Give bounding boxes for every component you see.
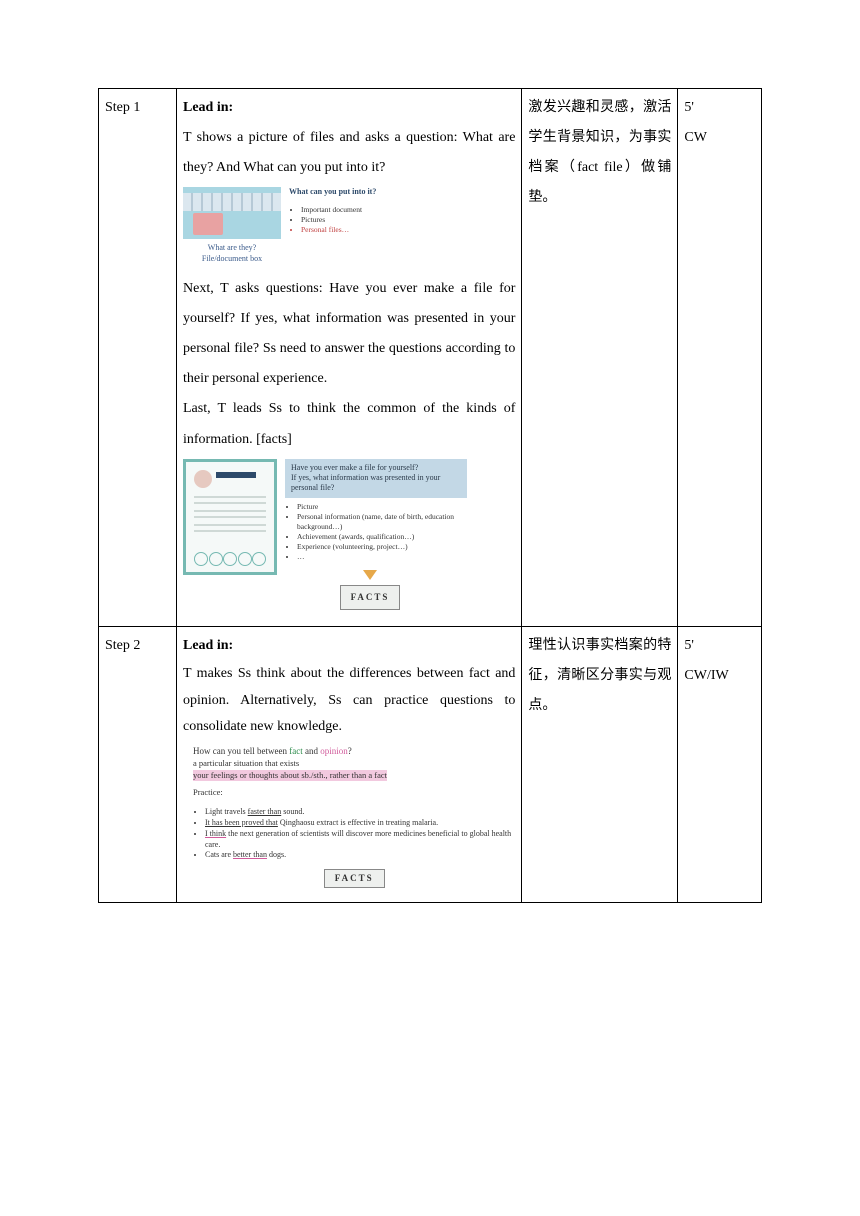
activity-paragraph: Next, T asks questions: Have you ever ma… [183,274,515,394]
time-text: 5' [684,631,755,661]
thumb2-list: Picture Personal information (name, date… [285,502,465,563]
activity-cell: Lead in: T shows a picture of files and … [177,89,522,627]
list-item: Personal files… [301,225,399,235]
activity-paragraph: T shows a picture of files and asks a qu… [183,123,515,183]
thumb1-caption-q: What are they? [183,243,281,253]
chart-practice-label: Practice: [193,787,515,799]
files-image [183,187,281,239]
chart-title: How can you tell between fact and opinio… [193,745,515,758]
lesson-plan-table: Step 1 Lead in: T shows a picture of fil… [98,88,762,903]
chart-fact-word: fact [289,746,303,756]
thumb1-question: What can you put into it? [289,187,399,197]
slide-thumbnail-1: What are they? File/document box What ca… [183,187,515,264]
list-item: Picture [297,502,465,512]
lead-in-label: Lead in: [183,93,515,123]
activity-paragraph: T makes Ss think about the differences b… [183,661,515,741]
step-cell: Step 2 [99,627,177,903]
thumb2-q2: If yes, what information was presented i… [291,473,461,494]
step-cell: Step 1 [99,89,177,627]
mode-text: CW [684,123,755,153]
chart-def-fact: a particular situation that exists [193,758,515,770]
thumb1-list: Important document Pictures Personal fil… [289,205,399,235]
activity-paragraph: Last, T leads Ss to think the common of … [183,394,515,454]
chart-and: and [303,746,321,756]
list-item: Pictures [301,215,399,225]
purpose-text: 激发兴趣和灵感，激活学生背景知识，为事实档案（fact file）做铺垫。 [528,100,671,205]
list-item: Experience (volunteering, project…) [297,542,465,552]
list-item: Personal information (name, date of birt… [297,512,465,532]
chart-qmark: ? [348,746,352,756]
list-item: Important document [301,205,399,215]
document-page: Step 1 Lead in: T shows a picture of fil… [0,0,860,1216]
table-row: Step 1 Lead in: T shows a picture of fil… [99,89,762,627]
lead-in-label: Lead in: [183,631,515,661]
mode-text: CW/IW [684,661,755,691]
chart-def-opinion: your feelings or thoughts about sb./sth.… [193,770,387,782]
purpose-text: 理性认识事实档案的特征，清晰区分事实与观点。 [528,638,671,713]
chart-title-pre: How can you tell between [193,746,289,756]
purpose-cell: 理性认识事实档案的特征，清晰区分事实与观点。 [522,627,678,903]
resume-image [183,459,277,575]
list-item: … [297,552,465,562]
list-item: It has been proved that Qinghaosu extrac… [205,818,515,829]
activity-cell: Lead in: T makes Ss think about the diff… [177,627,522,903]
time-text: 5' [684,93,755,123]
time-cell: 5' CW [678,89,762,627]
thumb2-q1: Have you ever make a file for yourself? [291,463,461,473]
slide-thumbnail-3: How can you tell between fact and opinio… [183,745,515,888]
chart-practice-list: Light travels faster than sound. It has … [193,807,515,861]
thumb2-question-box: Have you ever make a file for yourself? … [285,459,467,498]
list-item: Light travels faster than sound. [205,807,515,818]
facts-badge: FACTS [324,869,385,888]
purpose-cell: 激发兴趣和灵感，激活学生背景知识，为事实档案（fact file）做铺垫。 [522,89,678,627]
facts-badge: FACTS [340,585,401,610]
table-row: Step 2 Lead in: T makes Ss think about t… [99,627,762,903]
chart-opinion-word: opinion [320,746,348,756]
thumb1-caption-a: File/document box [183,254,281,264]
list-item: I think the next generation of scientist… [205,829,515,851]
time-cell: 5' CW/IW [678,627,762,903]
slide-thumbnail-2: Have you ever make a file for yourself? … [183,459,515,613]
arrow-down-icon [363,570,377,580]
list-item: Cats are better than dogs. [205,850,515,861]
list-item: Achievement (awards, qualification…) [297,532,465,542]
